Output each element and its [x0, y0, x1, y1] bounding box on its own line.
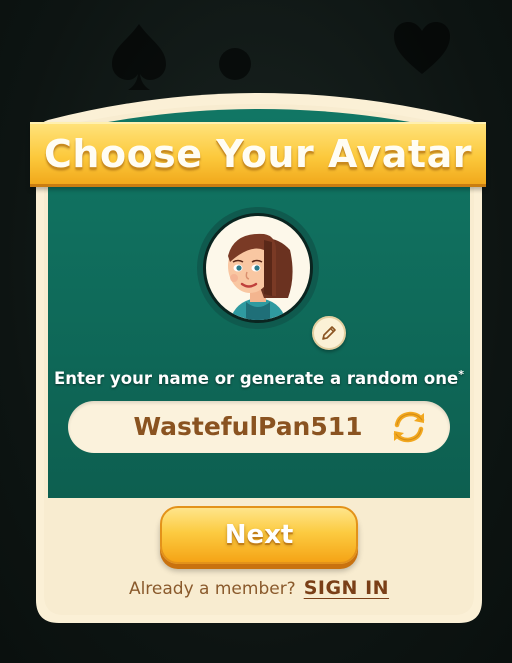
already-member-text: Already a member?: [128, 579, 296, 599]
name-field[interactable]: WastefulPan511: [68, 401, 450, 453]
edit-avatar-button[interactable]: [312, 316, 346, 350]
generate-random-name-button[interactable]: [386, 406, 432, 448]
sign-in-row: Already a member? SIGN IN: [34, 577, 484, 599]
background-heart-icon: [394, 22, 450, 74]
background-club-icon: [219, 48, 251, 80]
next-button[interactable]: Next: [160, 506, 358, 564]
required-mark: *: [458, 368, 464, 381]
avatar[interactable]: [203, 213, 313, 323]
sign-in-link[interactable]: SIGN IN: [304, 577, 389, 599]
name-prompt-text: Enter your name or generate a random one: [54, 369, 459, 388]
pencil-icon: [322, 326, 336, 340]
avatar-portrait: [228, 233, 293, 320]
title-banner: Choose Your Avatar: [30, 122, 486, 187]
dialog-title: Choose Your Avatar: [44, 132, 472, 176]
avatar-frame[interactable]: [197, 207, 319, 329]
refresh-icon: [393, 411, 425, 443]
name-prompt: Enter your name or generate a random one…: [34, 368, 484, 388]
avatar-dialog: Choose Your Avatar Enter your name or ge…: [30, 80, 486, 625]
name-input[interactable]: WastefulPan511: [118, 401, 378, 453]
next-button-label: Next: [224, 520, 294, 550]
